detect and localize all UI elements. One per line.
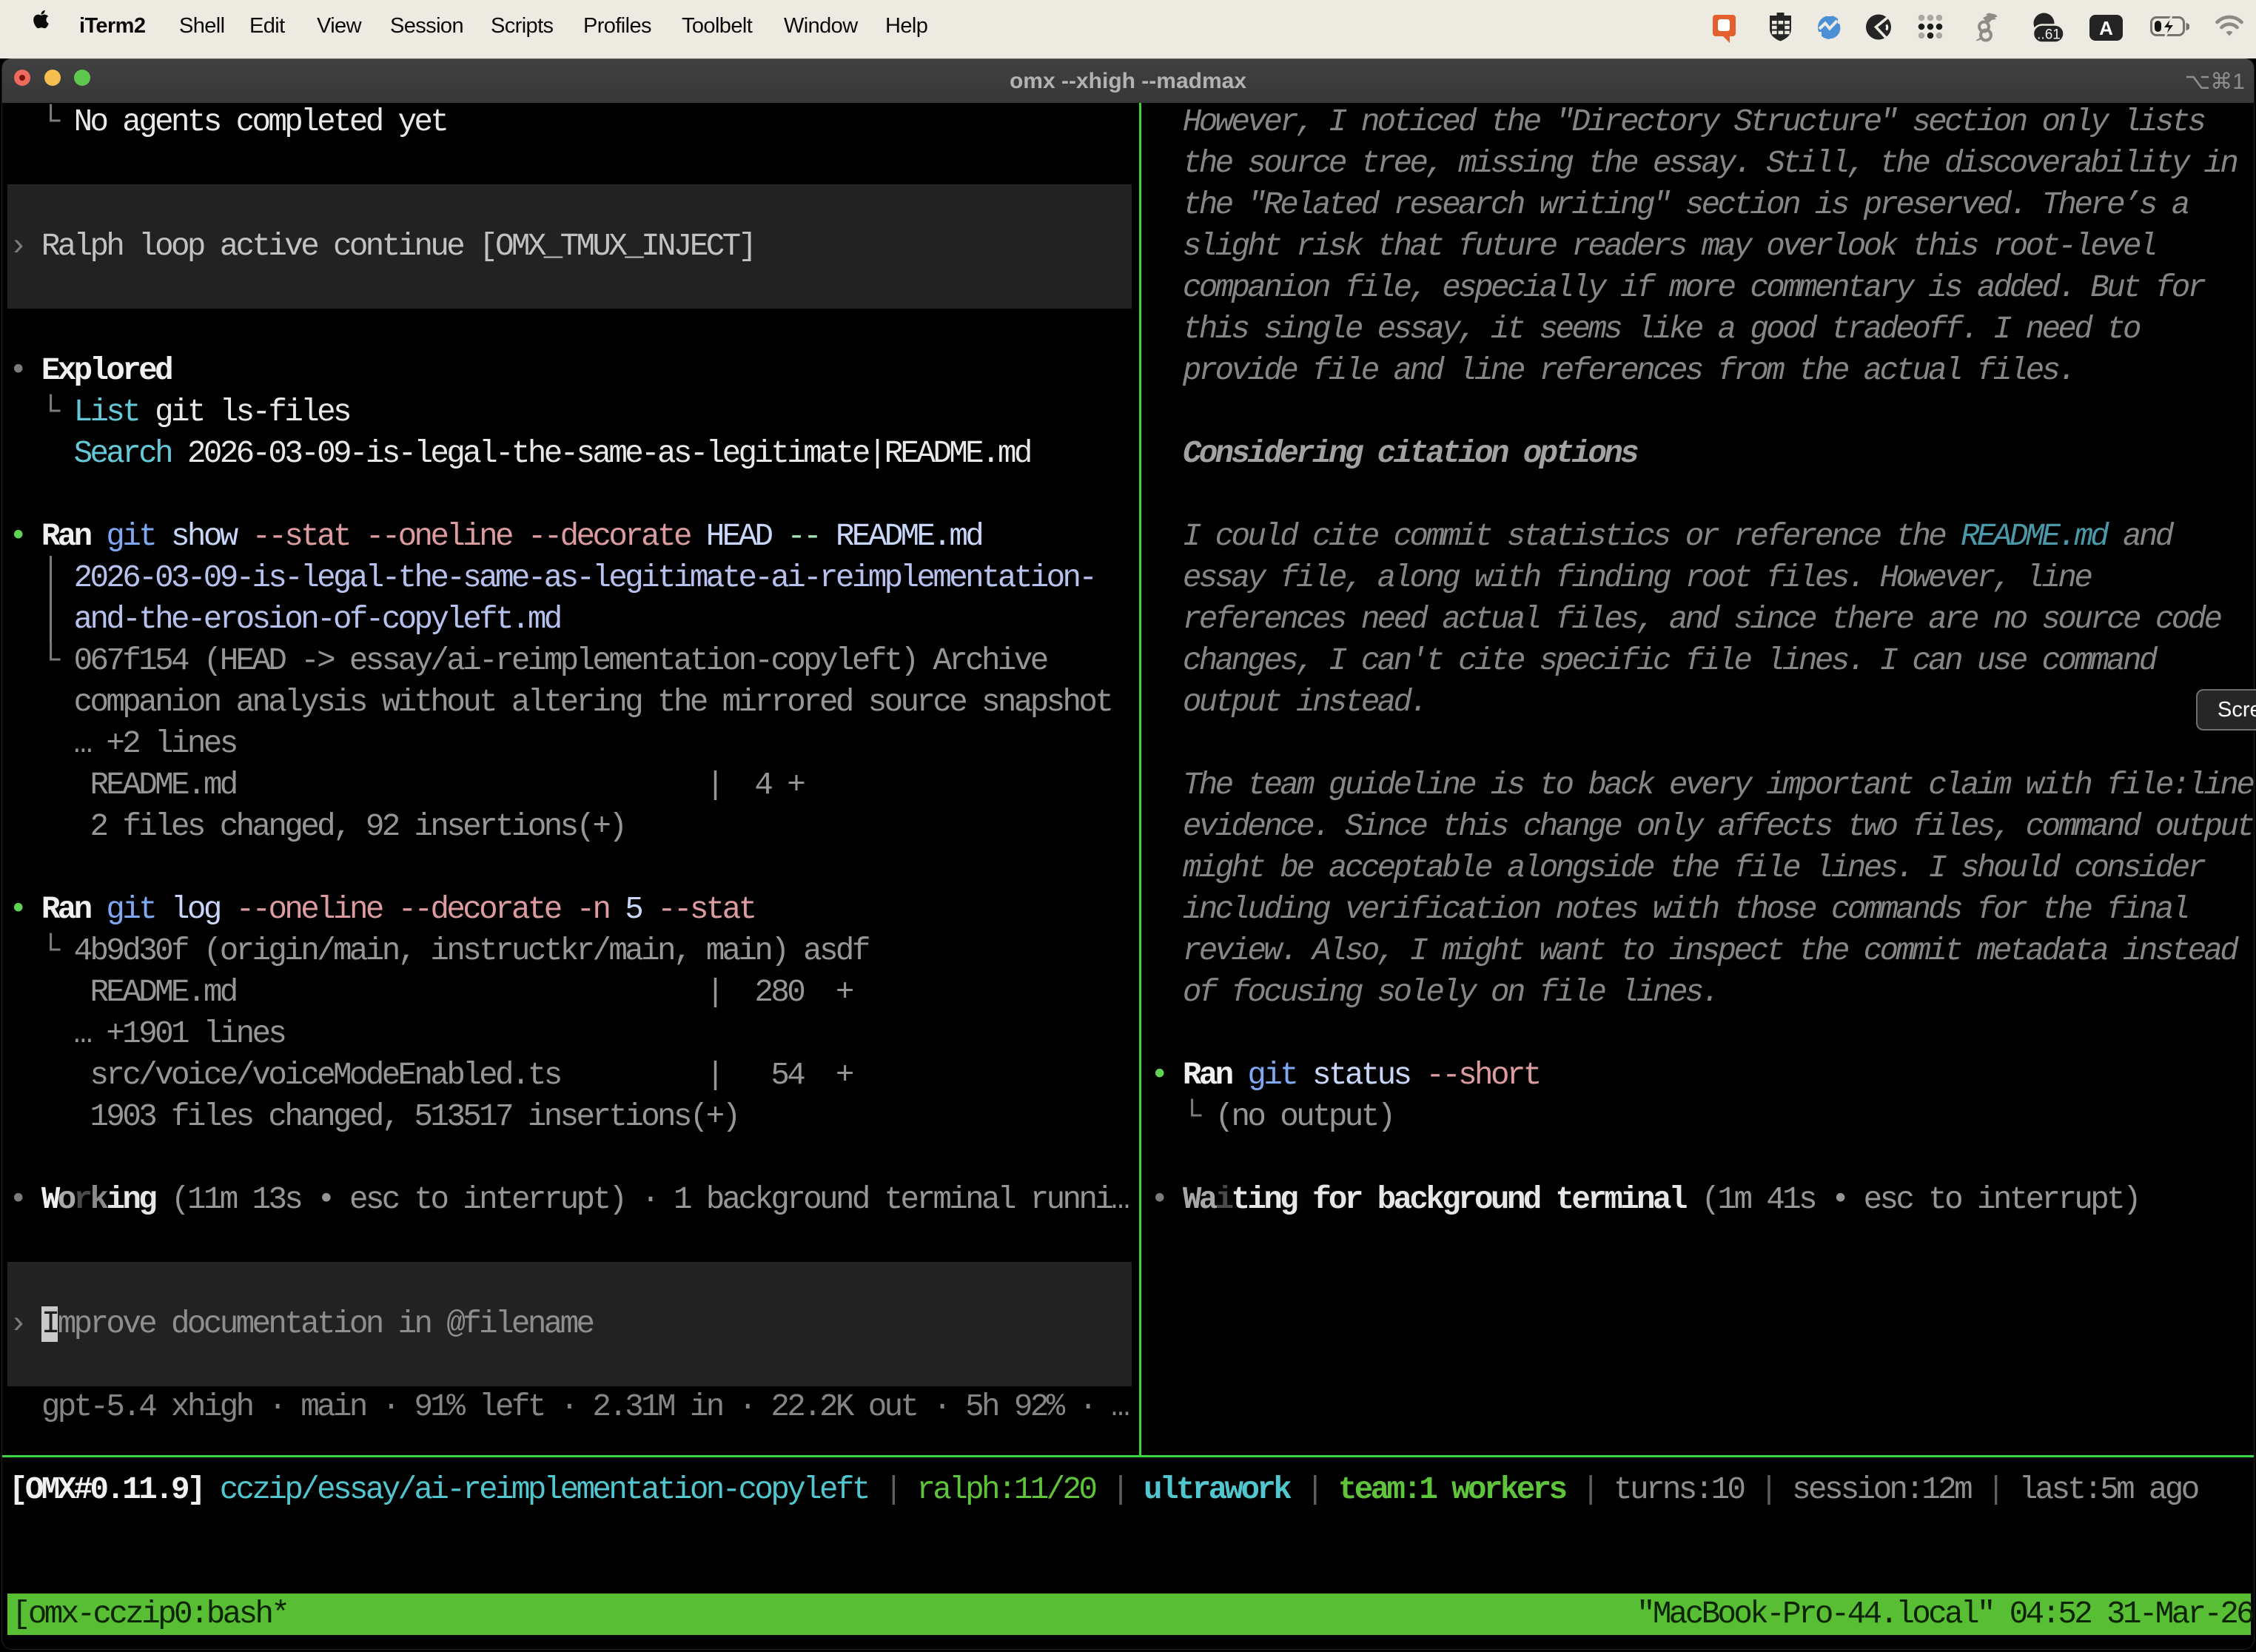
svg-text:..61: ..61 [2037, 27, 2061, 43]
svg-text:A: A [2099, 17, 2113, 39]
